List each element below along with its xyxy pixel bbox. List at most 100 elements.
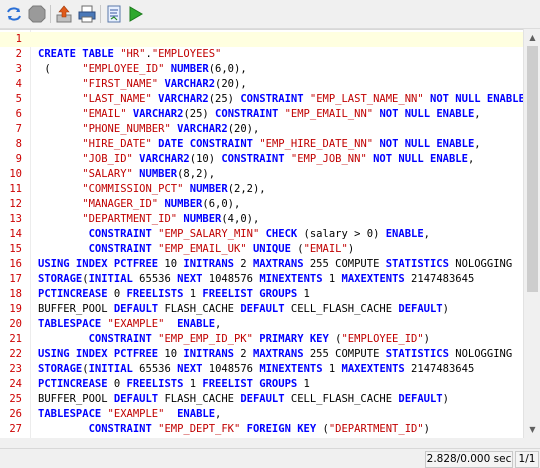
sql-text: (	[290, 243, 304, 255]
export-icon[interactable]	[54, 4, 74, 24]
code-line[interactable]: 15 CONSTRAINT "EMP_EMAIL_UK" UNIQUE ("EM…	[0, 242, 523, 257]
sql-text: FLASH_CACHE	[158, 393, 241, 405]
line-number: 18	[9, 288, 22, 300]
sql-text: (	[328, 333, 342, 345]
code-line[interactable]: 24 PCTINCREASE 0 FREELISTS 1 FREELIST GRO…	[0, 377, 523, 392]
code-text: CONSTRAINT "EMP_DEPT_FK" FOREIGN KEY ("D…	[38, 422, 430, 437]
line-number: 13	[9, 213, 22, 225]
sql-keyword: ENABLE	[177, 318, 216, 330]
code-line[interactable]: 27 CONSTRAINT "EMP_DEPT_FK" FOREIGN KEY …	[0, 422, 523, 437]
sql-string: "DEPARTMENT_ID"	[82, 213, 178, 225]
code-line[interactable]: 3 ( "EMPLOYEE_ID" NUMBER(6,0),	[0, 62, 523, 77]
code-line[interactable]: 4 "FIRST_NAME" VARCHAR2(20),	[0, 77, 523, 92]
sql-keyword: ENABLE	[436, 138, 475, 150]
code-line[interactable]: 14 CONSTRAINT "EMP_SALARY_MIN" CHECK (sa…	[0, 227, 523, 242]
sql-keyword: FREELIST GROUPS	[202, 288, 298, 300]
sql-keyword: NUMBER	[164, 198, 203, 210]
sql-keyword: TABLESPACE	[38, 318, 102, 330]
sql-string: "EMAIL"	[303, 243, 348, 255]
code-line[interactable]: 13 "DEPARTMENT_ID" NUMBER(4,0),	[0, 212, 523, 227]
sql-keyword: INITIAL	[88, 273, 133, 285]
code-line[interactable]: 9 "JOB_ID" VARCHAR2(10) CONSTRAINT "EMP_…	[0, 152, 523, 167]
code-line[interactable]: 2 CREATE TABLE "HR"."EMPLOYEES"	[0, 47, 523, 62]
refresh-icon[interactable]	[4, 4, 24, 24]
sql-text: )	[423, 423, 430, 435]
line-number: 11	[9, 183, 22, 195]
code-line[interactable]: 22 USING INDEX PCTFREE 10 INITRANS 2 MAXT…	[0, 347, 523, 362]
sql-keyword: ENABLE	[177, 408, 216, 420]
sql-keyword: INITIAL	[88, 363, 133, 375]
sql-string: "SALARY"	[82, 168, 133, 180]
run-icon[interactable]	[125, 4, 145, 24]
sql-string: "FIRST_NAME"	[82, 78, 159, 90]
sql-string: "COMMISSION_PCT"	[82, 183, 184, 195]
sql-keyword: NUMBER	[183, 213, 222, 225]
sql-text: ,	[467, 153, 475, 165]
sql-editor[interactable]: 1 2 CREATE TABLE "HR"."EMPLOYEES" 3 ( "EMPL…	[0, 29, 523, 439]
line-number: 21	[9, 333, 22, 345]
code-line[interactable]: 20 TABLESPACE "EXAMPLE" ENABLE,	[0, 317, 523, 332]
code-line[interactable]: 8 "HIRE_DATE" DATE CONSTRAINT "EMP_HIRE_…	[0, 137, 523, 152]
sql-keyword: CHECK	[265, 228, 298, 240]
sql-keyword: USING INDEX PCTFREE	[38, 258, 159, 270]
sql-string: "EMAIL"	[82, 108, 127, 120]
code-line[interactable]: 16 USING INDEX PCTFREE 10 INITRANS 2 MAXT…	[0, 257, 523, 272]
sql-text: (25)	[208, 93, 241, 105]
sql-keyword: CONSTRAINT	[189, 138, 253, 150]
code-text: "SALARY" NUMBER(8,2),	[38, 167, 215, 182]
code-line[interactable]: 5 "LAST_NAME" VARCHAR2(25) CONSTRAINT "E…	[0, 92, 523, 107]
sql-text: BUFFER_POOL	[38, 303, 114, 315]
sql-text: (	[38, 63, 83, 75]
line-number: 1	[15, 33, 22, 45]
sql-keyword: FREELISTS	[126, 288, 184, 300]
sql-keyword: DEFAULT	[240, 393, 285, 405]
sql-string: "EXAMPLE"	[107, 318, 165, 330]
code-line[interactable]: 7 "PHONE_NUMBER" VARCHAR2(20),	[0, 122, 523, 137]
vertical-scrollbar[interactable]: ▲ ▼	[523, 29, 540, 438]
sql-text: 1	[297, 378, 310, 390]
sql-string: "EMP_JOB_NN"	[290, 153, 367, 165]
code-line[interactable]: 6 "EMAIL" VARCHAR2(25) CONSTRAINT "EMP_E…	[0, 107, 523, 122]
code-text: ( "EMPLOYEE_ID" NUMBER(6,0),	[38, 62, 246, 77]
line-number: 20	[9, 318, 22, 330]
sql-keyword: FOREIGN KEY	[246, 423, 317, 435]
code-line[interactable]: 21 CONSTRAINT "EMP_EMP_ID_PK" PRIMARY KE…	[0, 332, 523, 347]
code-text: USING INDEX PCTFREE 10 INITRANS 2 MAXTRA…	[38, 257, 512, 272]
code-line[interactable]: 11 "COMMISSION_PCT" NUMBER(2,2),	[0, 182, 523, 197]
sql-text: 1048576	[202, 363, 260, 375]
stop-icon[interactable]	[27, 4, 47, 24]
code-line[interactable]: 17 STORAGE(INITIAL 65536 NEXT 1048576 MIN…	[0, 272, 523, 287]
sql-keyword: CONSTRAINT	[88, 423, 152, 435]
sql-keyword: PCTINCREASE	[38, 288, 108, 300]
sql-string: "LAST_NAME"	[82, 93, 152, 105]
code-line[interactable]: 19 BUFFER_POOL DEFAULT FLASH_CACHE DEFAUL…	[0, 302, 523, 317]
code-line[interactable]: 18 PCTINCREASE 0 FREELISTS 1 FREELIST GRO…	[0, 287, 523, 302]
explain-plan-icon[interactable]	[104, 4, 124, 24]
toolbar-separator	[50, 5, 51, 23]
sql-text: ,	[215, 318, 222, 330]
sql-text: ,	[215, 408, 222, 420]
code-line[interactable]: 10 "SALARY" NUMBER(8,2),	[0, 167, 523, 182]
sql-text: (10)	[189, 153, 222, 165]
code-line[interactable]: 12 "MANAGER_ID" NUMBER(6,0),	[0, 197, 523, 212]
code-line[interactable]: 1	[0, 32, 523, 47]
horizontal-scrollbar[interactable]	[0, 438, 523, 448]
sql-keyword: MAXTRANS	[252, 258, 304, 270]
sql-text: (8,2),	[177, 168, 216, 180]
sql-keyword: INITRANS	[183, 258, 234, 270]
code-line[interactable]: 26 TABLESPACE "EXAMPLE" ENABLE,	[0, 407, 523, 422]
print-icon[interactable]	[77, 4, 97, 24]
scroll-up-icon[interactable]: ▲	[524, 29, 540, 46]
sql-keyword: CONSTRAINT	[221, 153, 285, 165]
scroll-down-icon[interactable]: ▼	[524, 421, 540, 438]
code-line[interactable]: 23 STORAGE(INITIAL 65536 NEXT 1048576 MIN…	[0, 362, 523, 377]
sql-keyword: CONSTRAINT	[88, 243, 152, 255]
sql-keyword: DEFAULT	[398, 393, 443, 405]
code-line[interactable]: 25 BUFFER_POOL DEFAULT FLASH_CACHE DEFAUL…	[0, 392, 523, 407]
scrollbar-thumb[interactable]	[527, 46, 538, 292]
